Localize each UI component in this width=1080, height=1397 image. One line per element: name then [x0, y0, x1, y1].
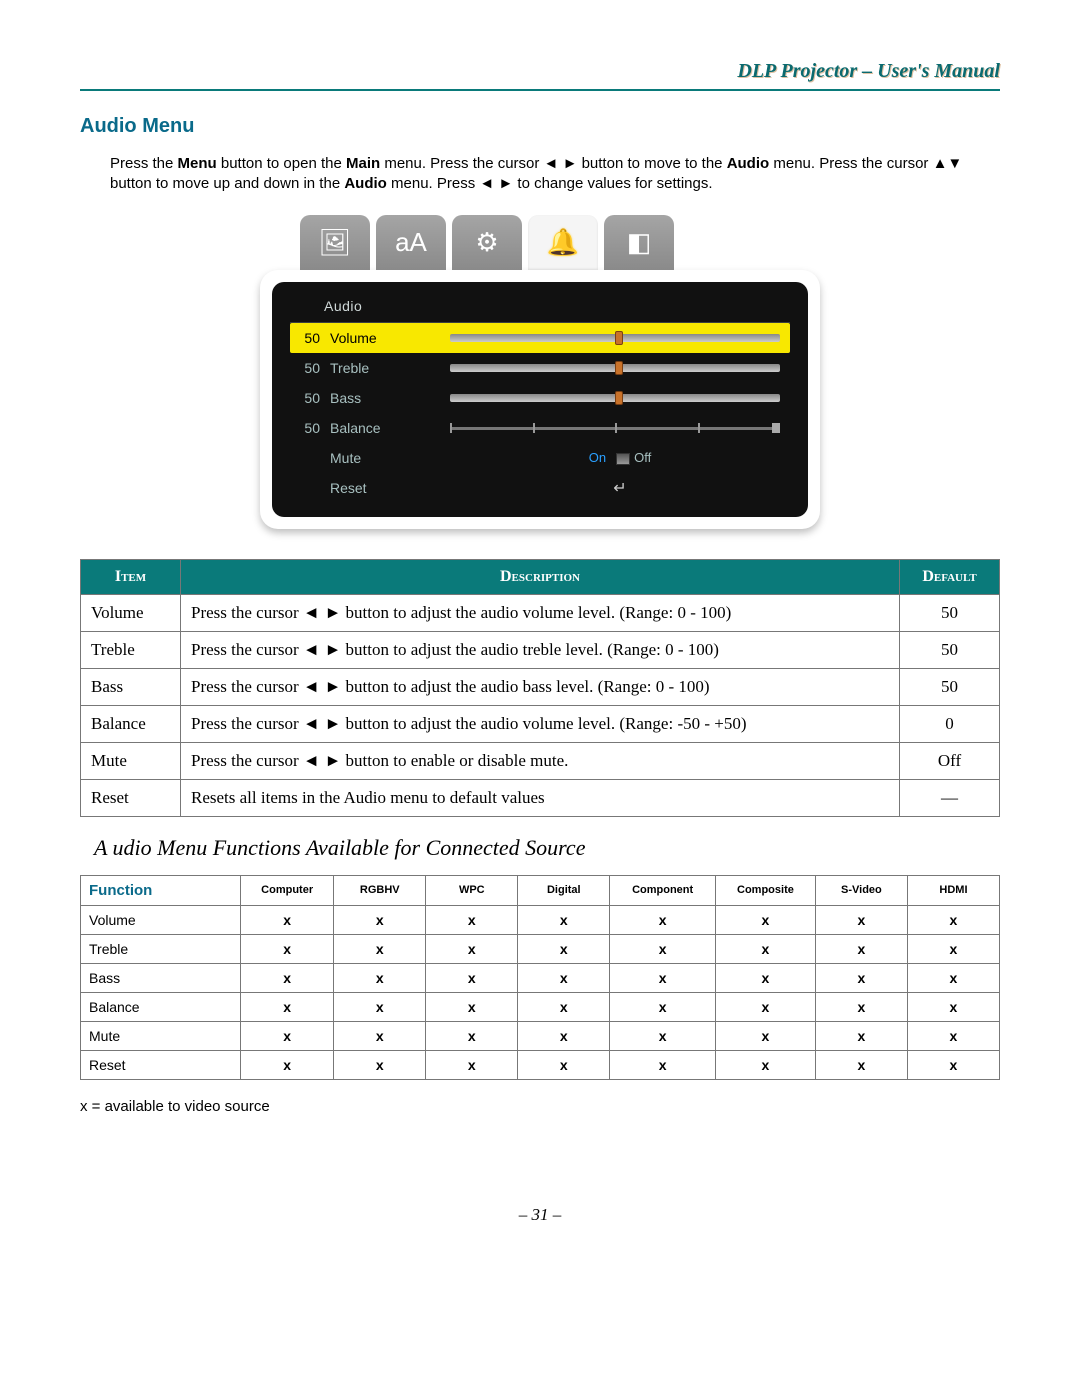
table-row: TreblePress the cursor ◄ ► button to adj… — [81, 631, 1000, 668]
osd-title: Audio — [290, 292, 790, 323]
osd-row-volume: 50 Volume — [290, 323, 790, 353]
osd-row-reset: Reset ↵ — [290, 473, 790, 503]
osd-tab-audio-icon: 🔔 — [528, 215, 598, 270]
page-number: – 31 – — [80, 1205, 1000, 1225]
slider-icon — [450, 394, 780, 402]
table-row: BassPress the cursor ◄ ► button to adjus… — [81, 668, 1000, 705]
table-row: Balancexxxxxxxx — [81, 992, 1000, 1021]
slider-icon — [450, 364, 780, 372]
table-row: BalancePress the cursor ◄ ► button to ad… — [81, 705, 1000, 742]
th-item: Item — [81, 559, 181, 594]
table-row: VolumePress the cursor ◄ ► button to adj… — [81, 594, 1000, 631]
intro-paragraph: Press the Menu button to open the Main m… — [110, 154, 1000, 195]
toggle-icon: OnOff — [450, 450, 790, 465]
th-default: Default — [900, 559, 1000, 594]
th-description: Description — [181, 559, 900, 594]
osd-tab-pip-icon: ◧ — [604, 215, 674, 270]
th-source: Digital — [518, 875, 610, 905]
doc-header: DLP Projector – User's Manual — [80, 60, 1000, 91]
table-row: ResetResets all items in the Audio menu … — [81, 779, 1000, 816]
subheading: A udio Menu Functions Available for Conn… — [94, 835, 1000, 861]
table-row: Mutexxxxxxxx — [81, 1021, 1000, 1050]
osd-row-mute: Mute OnOff — [290, 443, 790, 473]
osd-tab-settings-icon: ⚙ — [452, 215, 522, 270]
table-row: Treblexxxxxxxx — [81, 934, 1000, 963]
th-source: Composite — [715, 875, 815, 905]
th-source: WPC — [426, 875, 518, 905]
osd-row-treble: 50 Treble — [290, 353, 790, 383]
th-source: Component — [610, 875, 716, 905]
th-source: Computer — [241, 875, 334, 905]
footnote: x = available to video source — [80, 1098, 1000, 1115]
table-row: Bassxxxxxxxx — [81, 963, 1000, 992]
balance-slider-icon — [450, 423, 780, 433]
th-source: HDMI — [907, 875, 999, 905]
osd-row-balance: 50 Balance — [290, 413, 790, 443]
table-row: MutePress the cursor ◄ ► button to enabl… — [81, 742, 1000, 779]
th-function: Function — [81, 875, 241, 905]
table-row: Volumexxxxxxxx — [81, 905, 1000, 934]
th-source: S-Video — [815, 875, 907, 905]
osd-tab-image-icon: 🖼 — [300, 215, 370, 270]
section-title: Audio Menu — [80, 115, 1000, 138]
slider-icon — [450, 334, 780, 342]
osd-tab-font-icon: aA — [376, 215, 446, 270]
th-source: RGBHV — [334, 875, 426, 905]
osd-screenshot: 🖼 aA ⚙ 🔔 ◧ Audio 50 Volume 50 Treble 50 … — [260, 215, 820, 529]
osd-row-bass: 50 Bass — [290, 383, 790, 413]
description-table: Item Description Default VolumePress the… — [80, 559, 1000, 817]
table-row: Resetxxxxxxxx — [81, 1050, 1000, 1079]
function-table: Function ComputerRGBHVWPCDigitalComponen… — [80, 875, 1000, 1080]
enter-icon: ↵ — [450, 478, 790, 498]
osd-tabs: 🖼 aA ⚙ 🔔 ◧ — [300, 215, 820, 270]
